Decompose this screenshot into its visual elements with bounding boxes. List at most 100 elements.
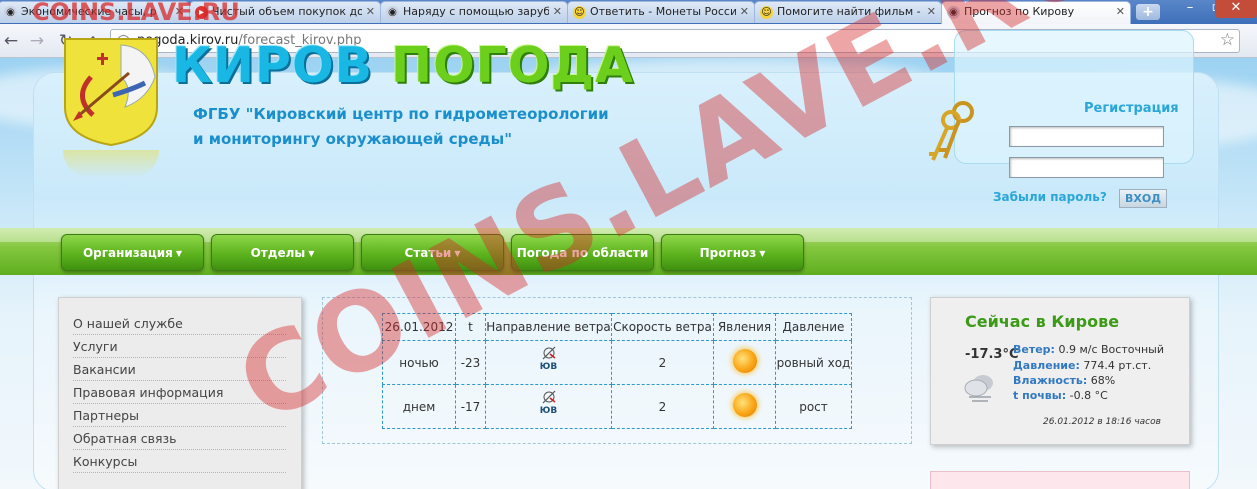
caret-down-icon: ▼: [175, 249, 183, 258]
current-wind: Ветер: 0.9 м/с Восточный: [1013, 343, 1164, 356]
cell-temp: -23: [455, 340, 486, 385]
forecast-table: 26.01.2012 t Направление ветра Скорость …: [382, 313, 852, 429]
globe-icon: ◉: [4, 6, 17, 19]
close-icon[interactable]: ✕: [740, 5, 749, 18]
table-row: днем -17 ЮВ 2 рост: [382, 384, 852, 429]
table-row: ночью -23 ЮВ 2 ровный ход: [382, 340, 852, 385]
sidebar-item-contests[interactable]: Конкурсы: [73, 450, 286, 473]
soil-value: -0.8 °C: [1069, 389, 1108, 402]
caret-down-icon: ▼: [308, 249, 315, 258]
login-username-field[interactable]: [1009, 126, 1164, 147]
browser-tab-2[interactable]: ▸ Чистый объем покупок дол ✕: [189, 1, 381, 23]
minimize-button[interactable]: –: [1177, 0, 1203, 18]
secondary-panel: [930, 471, 1190, 489]
caret-down-icon: ▼: [454, 249, 461, 258]
tab-label: Помогите найти фильм - М: [777, 5, 923, 18]
tab-label: Чистый объем покупок дол: [212, 5, 362, 18]
menu-item-organization[interactable]: Организация ▼: [61, 234, 204, 271]
menu-item-articles[interactable]: Статьи ▼: [361, 234, 504, 271]
current-soil-temp: t почвы: -0.8 °C: [1013, 389, 1108, 402]
browser-tab-1[interactable]: ◉ Экономические часы, р ✕: [0, 1, 190, 23]
wind-direction-icon: ЮВ: [537, 390, 561, 420]
menu-item-label: Прогноз: [699, 246, 757, 260]
sidebar-item-vacancies[interactable]: Вакансии: [73, 358, 286, 381]
tab-label: Экономические часы, р: [21, 5, 157, 18]
header-temp: t: [455, 313, 486, 341]
window-close-button[interactable]: ✕: [1215, 0, 1257, 18]
wind-direction-label: ЮВ: [539, 406, 558, 416]
sidebar-item-partners[interactable]: Партнеры: [73, 404, 286, 427]
close-icon[interactable]: ✕: [927, 5, 936, 18]
close-icon[interactable]: ✕: [175, 5, 184, 18]
forward-arrow-icon[interactable]: →: [26, 31, 48, 51]
site-favicon-icon: ▸: [195, 6, 208, 19]
header-wind-direction: Направление ветра: [485, 313, 612, 341]
cell-period: ночью: [382, 340, 456, 385]
bookmark-star-icon[interactable]: ☆: [1220, 30, 1235, 50]
smiley-icon: ☺: [573, 6, 586, 19]
pressure-value: 774.4 рт.ст.: [1083, 359, 1152, 372]
sidebar-item-legal[interactable]: Правовая информация: [73, 381, 286, 404]
caret-down-icon: ▼: [759, 249, 766, 258]
current-temperature: -17.3°C: [965, 347, 1019, 362]
humidity-value: 68%: [1090, 374, 1116, 387]
browser-tab-active[interactable]: ◉ Прогноз по Кирову ✕: [941, 1, 1131, 24]
globe-icon: ◉: [386, 6, 399, 19]
cloudy-icon: [964, 375, 993, 402]
sidebar-item-services[interactable]: Услуги: [73, 335, 286, 358]
sidebar-item-about[interactable]: О нашей службе: [73, 312, 286, 335]
soil-label: t почвы:: [1013, 389, 1067, 402]
current-humidity: Влажность: 68%: [1013, 374, 1115, 387]
menu-item-label: Отделы: [250, 246, 306, 260]
cell-phenomena: [713, 340, 776, 385]
browser-tab-3[interactable]: ◉ Наряду с помощью зарубе ✕: [380, 1, 568, 23]
cell-phenomena: [713, 384, 776, 429]
browser-tab-strip: ◉ Экономические часы, р ✕ ▸ Чистый объем…: [0, 0, 1257, 24]
wind-label: Ветер:: [1013, 343, 1055, 356]
login-password-field[interactable]: [1009, 157, 1164, 178]
tab-label: Прогноз по Кирову: [964, 5, 1075, 18]
tab-label: Наряду с помощью зарубе: [403, 5, 549, 18]
kirov-coat-of-arms-icon[interactable]: [63, 37, 159, 147]
new-tab-button[interactable]: +: [1136, 4, 1160, 20]
wind-direction-label: ЮВ: [539, 362, 558, 372]
current-pressure: Давление: 774.4 рт.ст.: [1013, 359, 1151, 372]
table-header-row: 26.01.2012 t Направление ветра Скорость …: [382, 313, 852, 341]
current-weather-title: Сейчас в Кирове: [965, 312, 1120, 331]
login-button[interactable]: ВХОД: [1119, 189, 1167, 208]
cell-pressure: ровный ход: [775, 340, 852, 385]
menu-item-forecast[interactable]: Прогноз ▼: [661, 234, 804, 271]
browser-tab-4[interactable]: ☺ Ответить - Монеты Россия ✕: [567, 1, 755, 23]
header-date: 26.01.2012: [382, 313, 456, 341]
close-icon[interactable]: ✕: [1116, 5, 1125, 18]
sun-icon: [732, 393, 757, 417]
register-link[interactable]: Регистрация: [1084, 101, 1179, 116]
menu-item-label: Организация: [82, 246, 173, 260]
close-icon[interactable]: ✕: [553, 5, 562, 18]
pressure-label: Давление:: [1013, 359, 1080, 372]
arms-reflection: [63, 150, 159, 178]
header-phenomena: Явления: [713, 313, 776, 341]
cell-wind-direction: ЮВ: [485, 384, 612, 429]
wind-value: 0.9 м/с Восточный: [1058, 343, 1164, 356]
keys-icon: [929, 101, 974, 161]
menu-item-label: Погода по области: [516, 246, 649, 260]
browser-tab-5[interactable]: ☺ Помогите найти фильм - М ✕: [754, 1, 942, 23]
cell-period: днем: [382, 384, 456, 429]
wind-direction-icon: ЮВ: [537, 346, 561, 376]
forgot-password-link[interactable]: Забыли пароль?: [993, 190, 1107, 204]
menu-item-departments[interactable]: Отделы ▼: [211, 234, 354, 271]
cell-temp: -17: [455, 384, 486, 429]
brand-word-kirov: КИРОВ: [172, 37, 373, 94]
tab-label: Ответить - Монеты Россия: [590, 5, 736, 18]
organization-name: ФГБУ "Кировский центр по гидрометеоролог…: [193, 102, 609, 152]
org-line-1: ФГБУ "Кировский центр по гидрометеоролог…: [193, 105, 609, 123]
close-icon[interactable]: ✕: [366, 5, 375, 18]
menu-item-label: Статьи: [404, 246, 452, 260]
globe-icon: ◉: [947, 6, 960, 19]
menu-item-regional-weather[interactable]: Погода по области: [511, 234, 654, 271]
header-wind-speed: Скорость ветра: [611, 313, 714, 341]
sidebar-item-feedback[interactable]: Обратная связь: [73, 427, 286, 450]
back-arrow-icon[interactable]: ←: [0, 31, 22, 51]
site-logo[interactable]: КИРОВ ПОГОДА: [172, 38, 634, 94]
